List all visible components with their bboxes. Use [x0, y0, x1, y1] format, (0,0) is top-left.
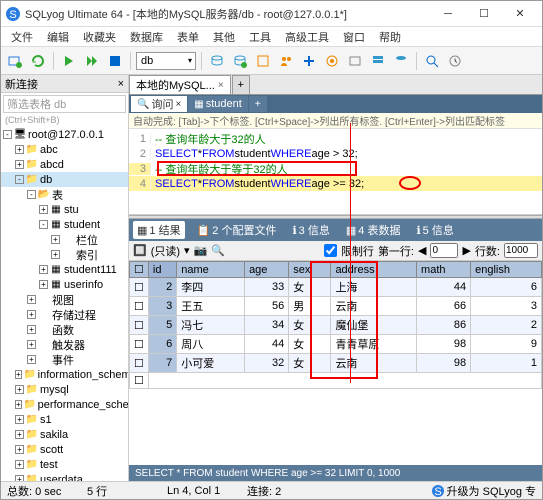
filter-hint: (Ctrl+Shift+B)	[1, 115, 128, 125]
toolbar: db	[1, 47, 542, 75]
row-count-input[interactable]	[504, 243, 538, 258]
tree-node[interactable]: +存储过程	[1, 307, 128, 322]
filter-input[interactable]: 筛选表格 db	[3, 95, 126, 113]
result-tab-5[interactable]: ℹ5 信息	[412, 221, 457, 239]
tree-node[interactable]: +▦userinfo	[1, 277, 128, 292]
result-tab-2[interactable]: 📋2 个配置文件	[193, 221, 281, 239]
tree-node[interactable]: +📁test	[1, 457, 128, 472]
maximize-button[interactable]: ☐	[466, 2, 502, 26]
table-row[interactable]: ☐2李四33女上海446	[130, 278, 542, 297]
execute-icon[interactable]	[59, 51, 79, 71]
close-tab-icon[interactable]: ×	[218, 80, 224, 91]
tool-icon-3[interactable]	[253, 51, 273, 71]
menu-adv[interactable]: 高级工具	[279, 27, 335, 47]
tree-node[interactable]: +📁information_schema	[1, 367, 128, 382]
tree-node[interactable]: +📁abcd	[1, 157, 128, 172]
menu-help[interactable]: 帮助	[373, 27, 407, 47]
limit-checkbox[interactable]	[324, 243, 337, 258]
menu-other[interactable]: 其他	[207, 27, 241, 47]
svg-text:S: S	[9, 9, 16, 21]
tree-node[interactable]: +📁sakila	[1, 427, 128, 442]
result-tab-1[interactable]: ▦1 结果	[133, 221, 185, 239]
table-row[interactable]: ☐6周八44女青青草原989	[130, 335, 542, 354]
result-tab-4[interactable]: ▦4 表数据	[342, 221, 405, 239]
query-status: SELECT * FROM student WHERE age >= 32 LI…	[129, 465, 542, 481]
tree-node[interactable]: +视图	[1, 292, 128, 307]
search-icon[interactable]	[422, 51, 442, 71]
execute-all-icon[interactable]	[82, 51, 102, 71]
table-row[interactable]: ☐7小可爱32女云南981	[130, 354, 542, 373]
tree-node[interactable]: +▦student111	[1, 262, 128, 277]
clock-icon[interactable]	[445, 51, 465, 71]
result-tab-3[interactable]: ℹ3 信息	[288, 221, 333, 239]
refresh-icon[interactable]	[28, 51, 48, 71]
users-icon[interactable]	[276, 51, 296, 71]
tree-node[interactable]: +函数	[1, 322, 128, 337]
student-tab[interactable]: ▦student	[188, 96, 248, 112]
minimize-button[interactable]: ─	[430, 2, 466, 26]
tool-icon-6[interactable]	[322, 51, 342, 71]
connection-tab[interactable]: 本地的MySQL...×	[129, 75, 231, 94]
tree-node[interactable]: +📁userdata	[1, 472, 128, 481]
tree-node[interactable]: +📁mysql	[1, 382, 128, 397]
tool-icon-1[interactable]	[207, 51, 227, 71]
new-conn-icon[interactable]	[5, 51, 25, 71]
tree-node[interactable]: -🖥root@127.0.0.1	[1, 127, 128, 142]
tree-node[interactable]: +📁s1	[1, 412, 128, 427]
tree-node[interactable]: -📁db	[1, 172, 128, 187]
tree-node[interactable]: +▦stu	[1, 202, 128, 217]
readonly-label: (只读)	[151, 243, 180, 259]
sidebar-header: 新连接×	[1, 75, 128, 93]
tree-node[interactable]: +触发器	[1, 337, 128, 352]
tree-node[interactable]: +索引	[1, 247, 128, 262]
tool-icon-8[interactable]	[368, 51, 388, 71]
tree-node[interactable]: +事件	[1, 352, 128, 367]
stop-icon[interactable]	[105, 51, 125, 71]
table-row[interactable]: ☐3王五56男云南663	[130, 297, 542, 316]
result-grid[interactable]: ☐idnameagesexaddressmathenglish☐2李四33女上海…	[129, 261, 542, 465]
tool-icon-5[interactable]	[299, 51, 319, 71]
new-tab-button[interactable]: +	[232, 75, 250, 94]
menu-file[interactable]: 文件	[5, 27, 39, 47]
menu-database[interactable]: 数据库	[124, 27, 169, 47]
status-position: Ln 4, Col 1	[167, 485, 227, 497]
first-row-input[interactable]	[430, 243, 458, 258]
autocomplete-hint: 自动完成: [Tab]->下个标签. [Ctrl+Space]->列出所有标签.…	[129, 113, 542, 129]
menu-window[interactable]: 窗口	[337, 27, 371, 47]
status-rows: 5 行	[87, 483, 147, 499]
brand-link[interactable]: S升级为 SQLyog 专	[431, 483, 536, 499]
table-row[interactable]: ☐5冯七34女魔仙堡862	[130, 316, 542, 335]
object-tree[interactable]: -🖥root@127.0.0.1+📁abc+📁abcd-📁db-📂表+▦stu-…	[1, 125, 128, 481]
menu-edit[interactable]: 编辑	[41, 27, 75, 47]
tree-node[interactable]: +📁abc	[1, 142, 128, 157]
status-connections: 连接: 2	[247, 483, 307, 499]
tool-icon-9[interactable]	[391, 51, 411, 71]
menu-tools[interactable]: 工具	[243, 27, 277, 47]
menu-bar: 文件 编辑 收藏夹 数据库 表单 其他 工具 高级工具 窗口 帮助	[1, 27, 542, 47]
tree-node[interactable]: +📁performance_schema	[1, 397, 128, 412]
sql-editor[interactable]: 1-- 查询年龄大于32的人 2SELECT * FROM student WH…	[129, 129, 542, 215]
tree-node[interactable]: +📁scott	[1, 442, 128, 457]
tree-node[interactable]: -📂表	[1, 187, 128, 202]
query-tab[interactable]: 🔍询问 ×	[131, 96, 187, 112]
window-title: SQLyog Ultimate 64 - [本地的MySQL服务器/db - r…	[25, 6, 430, 22]
tree-node[interactable]: -▦student	[1, 217, 128, 232]
add-subtab[interactable]: +	[249, 96, 267, 112]
app-logo-icon: S	[5, 6, 21, 22]
svg-text:S: S	[434, 486, 441, 498]
database-selector[interactable]: db	[136, 52, 196, 70]
tool-icon-2[interactable]	[230, 51, 250, 71]
tool-icon-7[interactable]	[345, 51, 365, 71]
tree-node[interactable]: +栏位	[1, 232, 128, 247]
close-button[interactable]: ✕	[502, 2, 538, 26]
status-total: 总数: 0 sec	[7, 483, 67, 499]
menu-table[interactable]: 表单	[171, 27, 205, 47]
menu-favorites[interactable]: 收藏夹	[77, 27, 122, 47]
